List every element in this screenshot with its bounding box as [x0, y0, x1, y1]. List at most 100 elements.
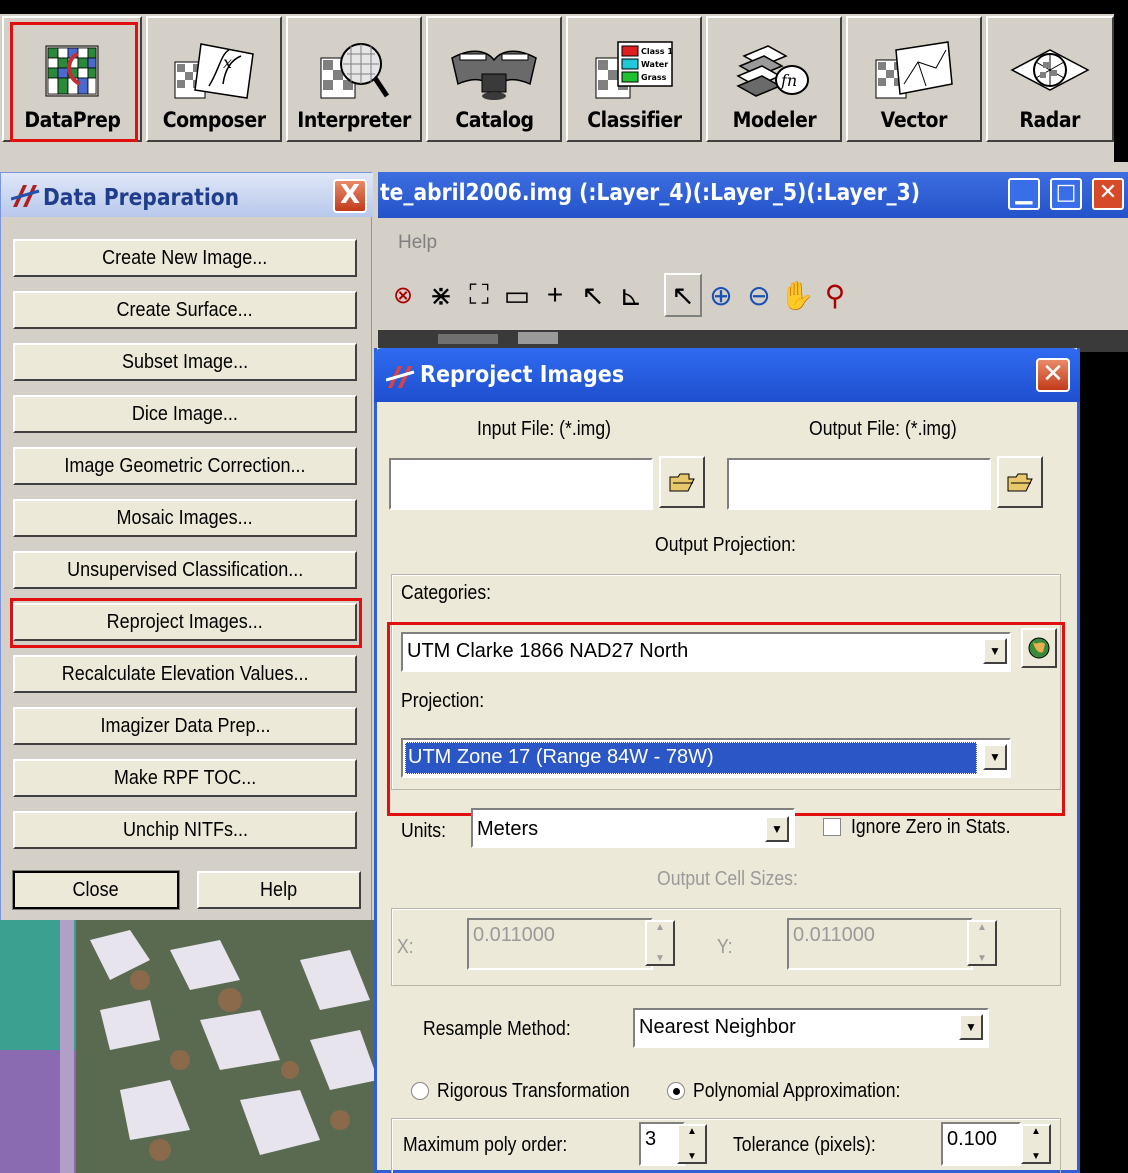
image-window-titlebar: te_abril2006.img (:Layer_4)(:Layer_5)(:L… — [378, 172, 1128, 218]
units-label: Units: — [401, 820, 446, 842]
recalculate-elevation-button[interactable]: Recalculate Elevation Values... — [13, 655, 357, 693]
interpreter-label: Interpreter — [297, 108, 411, 132]
unsupervised-classification-button[interactable]: Unsupervised Classification... — [13, 551, 357, 589]
catalog-button[interactable]: Catalog — [426, 16, 562, 142]
make-rpf-toc-button[interactable]: Make RPF TOC... — [13, 759, 357, 797]
radar-icon — [1010, 49, 1090, 91]
rotate-icon[interactable]: ⚲ — [816, 273, 854, 317]
input-file-field[interactable] — [389, 458, 653, 510]
input-browse-button[interactable] — [659, 456, 705, 508]
data-preparation-panel: Data Preparation X Create New Image... C… — [0, 172, 373, 922]
imagizer-data-prep-button[interactable]: Imagizer Data Prep... — [13, 707, 357, 745]
polynomial-label: Polynomial Approximation: — [693, 1080, 901, 1102]
minimize-button[interactable]: ▁ — [1008, 178, 1040, 210]
data-prep-close-x[interactable]: X — [333, 179, 367, 213]
output-projection-label: Output Projection: — [655, 534, 796, 556]
create-surface-button[interactable]: Create Surface... — [13, 291, 357, 329]
reproject-images-button[interactable]: Reproject Images... — [13, 603, 357, 641]
polynomial-radio[interactable] — [667, 1082, 685, 1100]
projection-select[interactable]: UTM Zone 17 (Range 84W - 78W) — [401, 738, 1011, 778]
classifier-button[interactable]: Class 1 Water Grass Classifier — [566, 16, 702, 142]
select-pointer-icon[interactable]: ↖ — [574, 273, 612, 317]
pan-hand-icon[interactable]: ✋ — [778, 273, 816, 317]
projection-selected-value: UTM Zone 17 (Range 84W - 78W) — [405, 742, 977, 774]
categories-select[interactable]: UTM Clarke 1866 NAD27 North — [401, 632, 1011, 672]
max-poly-label: Maximum poly order: — [403, 1134, 568, 1156]
output-file-label: Output File: (*.img) — [809, 418, 957, 440]
help-menu[interactable]: Help — [398, 232, 437, 254]
data-prep-titlebar: Data Preparation X — [1, 173, 373, 217]
legend-class1: Class 1 — [641, 47, 673, 56]
imagizer-data-prep-label: Imagizer Data Prep... — [99, 714, 271, 737]
zoom-out-fixed-icon[interactable]: ⛶ — [460, 273, 498, 317]
ignore-zero-checkbox[interactable] — [823, 818, 841, 836]
maximize-button[interactable]: □ — [1050, 178, 1082, 210]
max-poly-spinner[interactable]: ▲ ▼ — [677, 1124, 707, 1164]
inquire-icon[interactable]: ⊗ — [384, 273, 422, 317]
crosshair-icon[interactable]: + — [536, 273, 574, 317]
projection-label: Projection: — [401, 690, 485, 712]
svg-text:fn: fn — [780, 71, 797, 90]
measure-icon[interactable]: ▭ — [498, 273, 536, 317]
reproject-titlebar: Reproject Images ✕ — [374, 348, 1080, 402]
help-button[interactable]: Help — [197, 871, 361, 909]
subset-image-button[interactable]: Subset Image... — [13, 343, 357, 381]
satellite-image-render — [0, 920, 378, 1173]
output-file-field[interactable] — [727, 458, 991, 510]
vector-button[interactable]: Vector — [846, 16, 982, 142]
tolerance-spinner[interactable]: ▲ ▼ — [1021, 1124, 1051, 1164]
create-new-image-button[interactable]: Create New Image... — [13, 239, 357, 277]
y-label: Y: — [717, 936, 733, 958]
rigorous-label: Rigorous Transformation — [437, 1080, 630, 1102]
modeler-button[interactable]: fn Modeler — [706, 16, 842, 142]
mosaic-images-button[interactable]: Mosaic Images... — [13, 499, 357, 537]
zoom-in-icon[interactable]: ⊕ — [702, 273, 740, 317]
y-spinner[interactable]: ▲ ▼ — [967, 920, 997, 966]
globe-button[interactable] — [1021, 628, 1057, 668]
resample-dropdown-arrow[interactable]: ▼ — [959, 1014, 983, 1040]
categories-dropdown-arrow[interactable]: ▼ — [983, 638, 1007, 664]
y-cell-size-field[interactable]: 0.011000 — [787, 918, 973, 970]
x-cell-size-field[interactable]: 0.011000 — [467, 918, 653, 970]
x-spinner[interactable]: ▲ ▼ — [645, 920, 675, 966]
rigorous-radio[interactable] — [411, 1082, 429, 1100]
magnifier-grid-icon — [320, 43, 390, 99]
mosaic-images-label: Mosaic Images... — [116, 506, 254, 529]
output-browse-button[interactable] — [997, 456, 1043, 508]
resample-method-select[interactable]: Nearest Neighbor — [633, 1008, 989, 1048]
unchip-nitfs-button[interactable]: Unchip NITFs... — [13, 811, 357, 849]
data-prep-title: Data Preparation — [43, 185, 240, 211]
legend-grass: Grass — [641, 73, 667, 82]
unchip-nitfs-label: Unchip NITFs... — [122, 818, 248, 841]
profile-icon[interactable]: ⊾ — [612, 273, 650, 317]
zoom-out-icon[interactable]: ⊖ — [740, 273, 778, 317]
image-window-title: te_abril2006.img (:Layer_4)(:Layer_5)(:L… — [380, 180, 921, 206]
radar-label: Radar — [1019, 108, 1081, 132]
vector-map-icon — [875, 41, 953, 99]
dice-image-button[interactable]: Dice Image... — [13, 395, 357, 433]
radar-button[interactable]: Radar — [986, 16, 1114, 142]
projection-dropdown-arrow[interactable]: ▼ — [983, 744, 1007, 770]
globe-icon — [1028, 637, 1050, 659]
close-label: Close — [72, 878, 120, 901]
close-button[interactable]: Close — [12, 870, 180, 910]
units-select[interactable]: Meters — [471, 808, 795, 848]
help-label: Help — [260, 878, 298, 901]
image-close-button[interactable]: ✕ — [1092, 178, 1124, 210]
reproject-images-dialog: Reproject Images ✕ Input File: (*.img) O… — [374, 348, 1080, 1173]
image-geometric-correction-label: Image Geometric Correction... — [64, 454, 306, 477]
composer-button[interactable]: x Composer — [146, 16, 282, 142]
interpreter-button[interactable]: Interpreter — [286, 16, 422, 142]
catalog-book-icon — [451, 50, 537, 100]
reproject-close-x[interactable]: ✕ — [1036, 358, 1070, 392]
units-dropdown-arrow[interactable]: ▼ — [765, 816, 789, 842]
classifier-label: Classifier — [586, 108, 682, 132]
image-geometric-correction-button[interactable]: Image Geometric Correction... — [13, 447, 357, 485]
folder-open-icon — [669, 473, 695, 492]
zoom-in-fixed-icon[interactable]: ⋇ — [422, 273, 460, 317]
arrow-pointer-icon[interactable]: ↖ — [664, 273, 702, 317]
dataprep-button[interactable]: DataPrep — [2, 16, 142, 142]
viewer-toolbar: ⊗ ⋇ ⛶ ▭ + ↖ ⊾ ↖ ⊕ ⊖ ✋ ⚲ — [378, 264, 1128, 326]
create-surface-label: Create Surface... — [116, 298, 254, 321]
tolerance-field[interactable]: 0.100 — [941, 1122, 1021, 1166]
